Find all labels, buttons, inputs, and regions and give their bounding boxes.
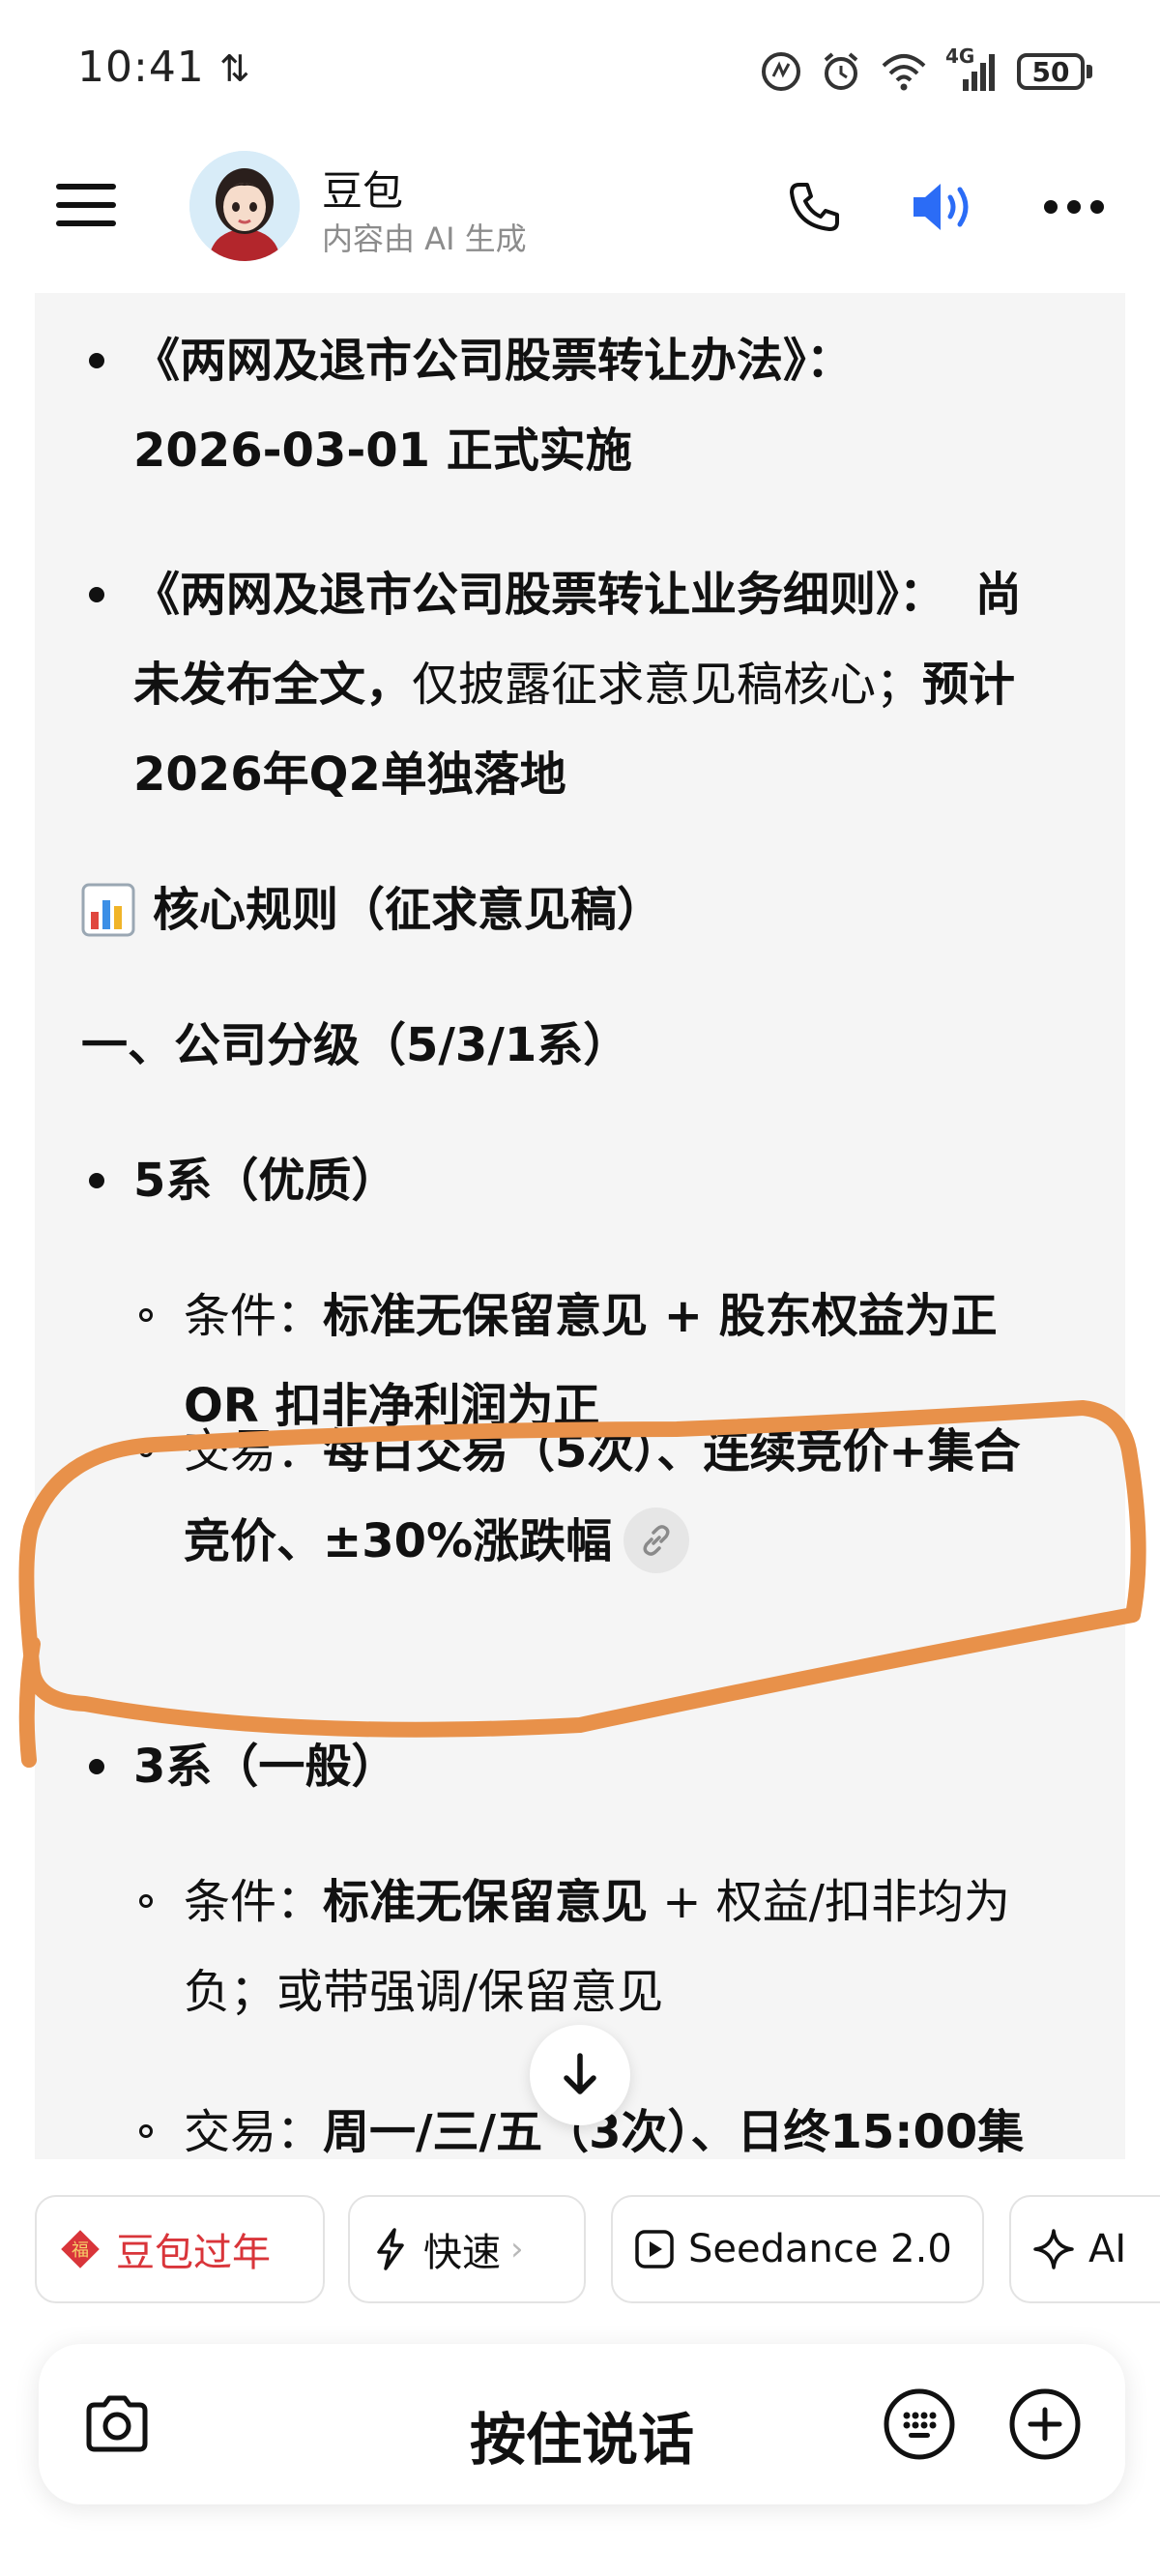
status-bar: 10:41 ⇅ 4G 50	[0, 0, 1160, 145]
tier3-trading-text: 周一/三/五（3次）、日终15:00集	[323, 2105, 1025, 2159]
svg-text:福: 福	[72, 2240, 89, 2261]
list-item-rules-line2: 未发布全文，仅披露征求意见稿核心；预计	[133, 656, 1015, 714]
list-item-regulation-detail: 2026-03-01 正式实施	[133, 424, 632, 478]
tier3-condition-bold: 标准无保留意见	[323, 1875, 649, 1929]
section-heading-text: 核心规则（征求意见稿）	[153, 883, 664, 937]
tier3-condition-line2: 负；或带强调/保留意见	[184, 1965, 664, 2019]
speaker-icon	[914, 184, 969, 230]
chat-message: 《两网及退市公司股票转让办法》： 2026-03-01 正式实施 《两网及退市公…	[35, 293, 1125, 2159]
rules-title-tail: 尚	[974, 568, 1022, 622]
list-item-rules-line3: 2026年Q2单独落地	[133, 747, 566, 802]
sub-bullet-circle	[139, 1444, 153, 1457]
status-time: 10:41	[77, 43, 205, 92]
chip-fast-mode[interactable]: 快速 ›	[348, 2195, 586, 2303]
input-bar: 按住说话	[39, 2344, 1125, 2504]
tier5-condition-line1: 条件：标准无保留意见 + 股东权益为正	[184, 1287, 998, 1345]
chip-label: 豆包过年	[116, 2231, 271, 2275]
chip-label: AI	[1088, 2227, 1127, 2271]
more-options-button[interactable]	[1035, 168, 1113, 246]
menu-icon-bar	[56, 184, 116, 190]
wifi-icon	[882, 54, 926, 91]
play-icon	[635, 2230, 674, 2269]
tier3-condition-rest: + 权益/扣非均为	[648, 1875, 1010, 1929]
menu-button[interactable]	[52, 182, 120, 228]
fu-icon: 福	[61, 2230, 100, 2269]
battery-level: 50	[1017, 53, 1085, 90]
phone-call-button[interactable]	[775, 168, 853, 246]
rules-expected-label: 预计	[922, 658, 1016, 712]
bot-avatar[interactable]	[189, 151, 300, 261]
subheading-company-tiers: 一、公司分级（5/3/1系）	[81, 1018, 630, 1072]
menu-icon-bar	[56, 220, 116, 226]
status-icons: 4G 50	[760, 44, 1092, 99]
tier5-condition-text: 标准无保留意见 + 股东权益为正	[323, 1289, 998, 1343]
plus-circle-icon	[1009, 2388, 1081, 2460]
tier5-title: 5系（优质）	[133, 1154, 398, 1208]
rules-title-text: 《两网及退市公司股票转让业务细则》：	[133, 568, 946, 622]
tier5-trading-line1: 交易：每日交易（5次）、连续竞价+集合	[184, 1422, 1021, 1480]
avatar-portrait-icon	[189, 151, 300, 261]
chip-label: 快速	[423, 2231, 501, 2275]
tier3-condition-label: 条件：	[184, 1875, 324, 1929]
phone-icon	[790, 183, 839, 231]
rules-status-bold: 未发布全文，	[133, 658, 413, 712]
list-item-regulation-title: 《两网及退市公司股票转让办法》：	[133, 334, 854, 388]
list-item-rules-title: 《两网及退市公司股票转让业务细则》： 尚	[133, 566, 1022, 624]
hd-call-icon	[762, 52, 800, 91]
cell-signal-group: 4G	[945, 44, 1000, 93]
tier3-title: 3系（一般）	[133, 1740, 398, 1794]
tier5-trading-line2: 竞价、±30%涨跌幅	[184, 1508, 690, 1573]
keyboard-button[interactable]	[876, 2381, 963, 2468]
alarm-icon	[824, 52, 858, 90]
add-attachment-button[interactable]	[1001, 2381, 1088, 2468]
arrow-down-icon	[564, 2053, 596, 2094]
tier5-trading-text2: 竞价、±30%涨跌幅	[184, 1514, 613, 1568]
status-time-group: 10:41 ⇅	[77, 43, 251, 92]
chip-seedance[interactable]: Seedance 2.0	[611, 2195, 984, 2303]
chip-label: Seedance 2.0	[688, 2227, 952, 2271]
chat-header: 豆包 内容由 AI 生成	[0, 145, 1160, 267]
sub-bullet-circle	[139, 1308, 153, 1322]
bullet-dot	[89, 353, 104, 368]
lightning-icon	[377, 2228, 404, 2270]
tier5-condition-label: 条件：	[184, 1289, 324, 1343]
rules-status-normal: 仅披露征求意见稿核心；	[412, 658, 923, 712]
chip-ai[interactable]: AI	[1009, 2195, 1160, 2303]
source-link-button[interactable]	[624, 1508, 690, 1573]
tier3-condition-line1: 条件：标准无保留意见 + 权益/扣非均为	[184, 1873, 1010, 1931]
bullet-dot	[89, 587, 104, 602]
suggestion-chips: 福 豆包过年 快速 › Seedance 2.0 AI	[35, 2195, 1160, 2307]
scroll-to-bottom-button[interactable]	[530, 2025, 630, 2125]
link-icon	[643, 1525, 670, 1556]
cell-signal-icon	[963, 54, 995, 91]
bar-chart-icon	[81, 883, 135, 937]
bullet-dot	[89, 1173, 104, 1188]
battery-indicator: 50	[1017, 53, 1092, 90]
section-heading: 核心规则（征求意见稿）	[81, 881, 663, 939]
chip-doubao-new-year[interactable]: 福 豆包过年	[35, 2195, 325, 2303]
sparkle-icon	[1033, 2229, 1074, 2269]
ai-generated-notice: 内容由 AI 生成	[322, 220, 527, 257]
bullet-dot	[89, 1759, 104, 1774]
network-activity-icon: ⇅	[218, 47, 251, 90]
tier3-trading-label: 交易：	[184, 2105, 324, 2159]
more-icon	[1044, 200, 1104, 214]
tier5-trading-label: 交易：	[184, 1424, 324, 1478]
tier5-trading-text: 每日交易（5次）、连续竞价+集合	[323, 1424, 1021, 1478]
sub-bullet-circle	[139, 2124, 153, 2138]
speaker-toggle-button[interactable]	[905, 168, 982, 246]
battery-tip	[1087, 65, 1092, 78]
bot-name[interactable]: 豆包	[322, 159, 403, 218]
chevron-right-icon: ›	[510, 2230, 524, 2269]
menu-icon-bar	[56, 202, 116, 208]
sub-bullet-circle	[139, 1894, 153, 1908]
keyboard-icon	[884, 2388, 955, 2460]
